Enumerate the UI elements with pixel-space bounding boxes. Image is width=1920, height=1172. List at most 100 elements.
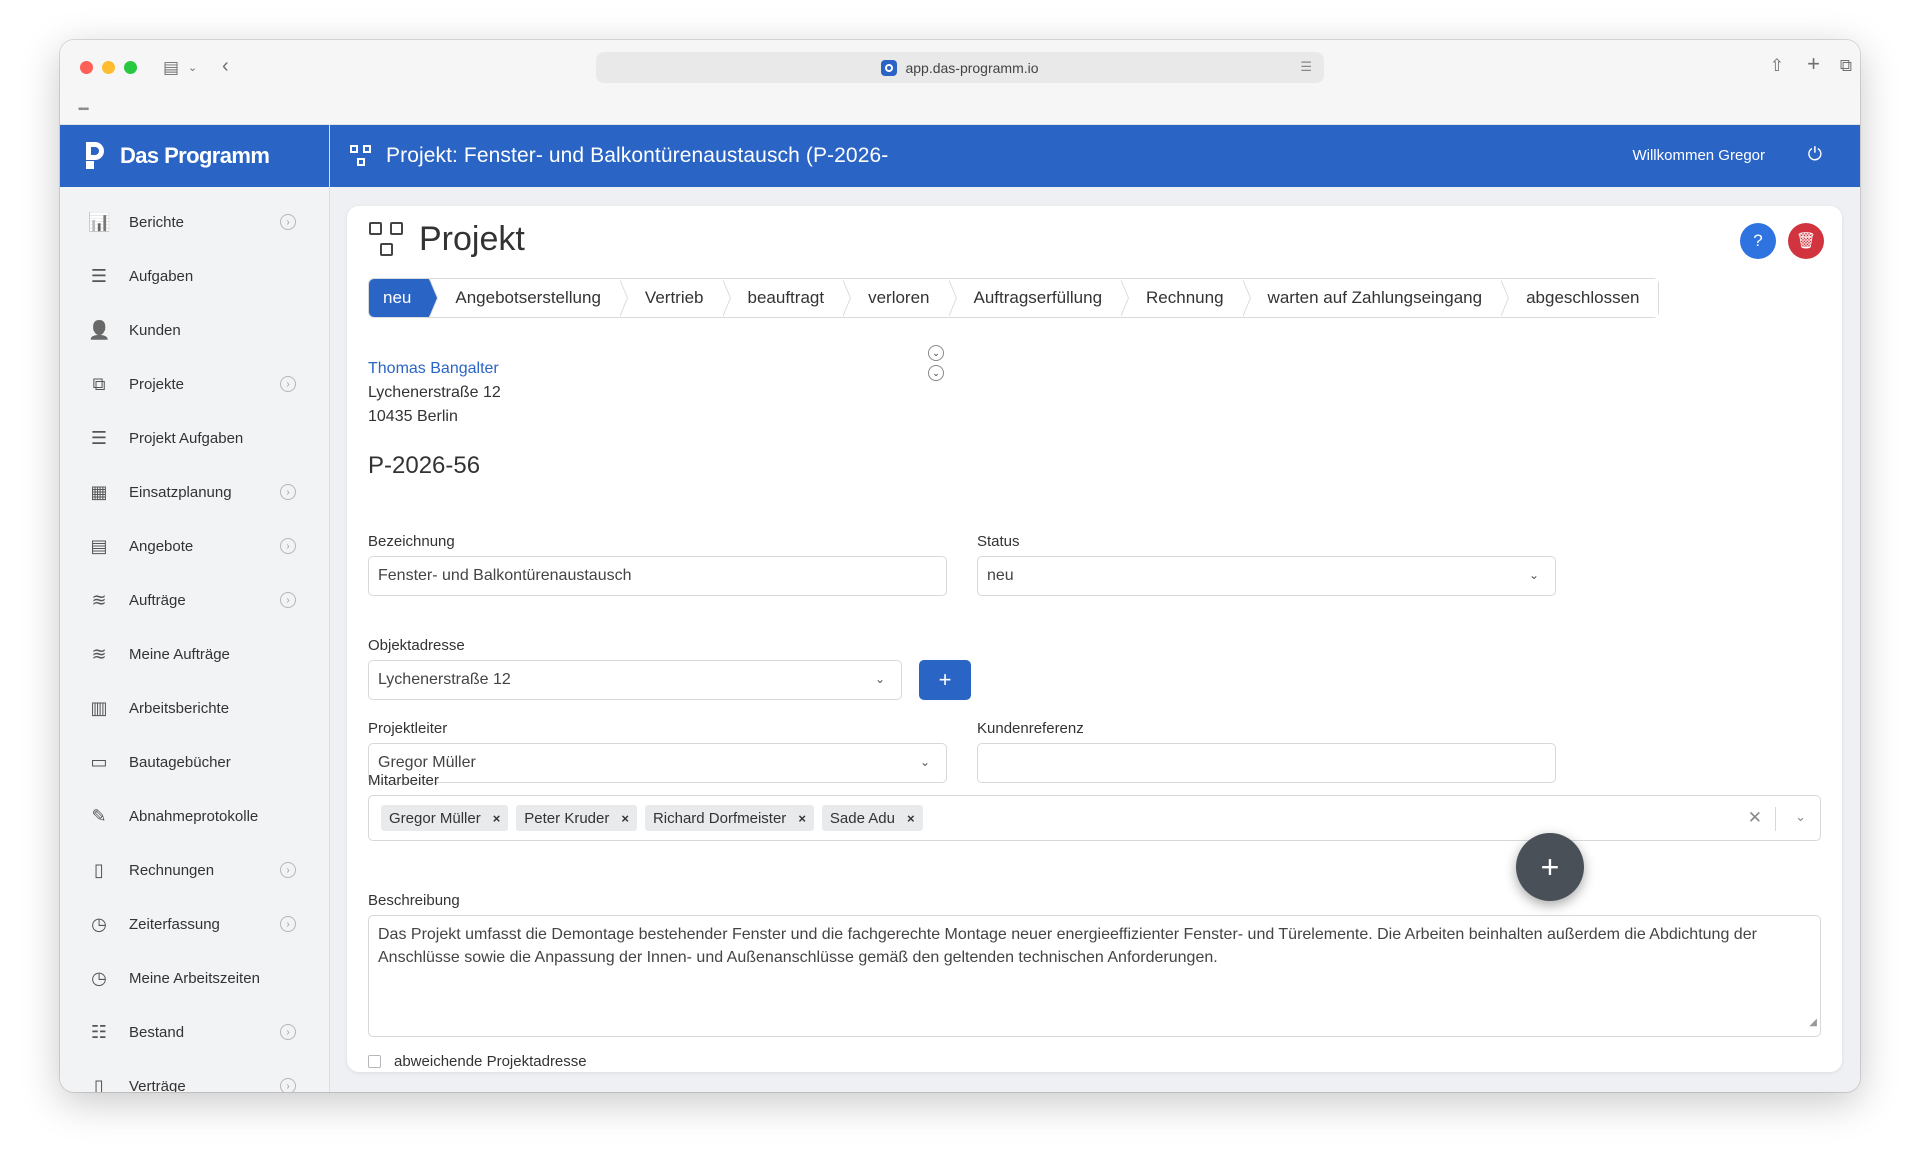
remove-tag-icon[interactable]: × [907, 811, 915, 826]
power-icon[interactable]: ⏻ [1808, 144, 1822, 165]
status-step[interactable]: Rechnung [1120, 279, 1251, 317]
mitarbeiter-tag: Sade Adu × [821, 805, 923, 831]
kundenreferenz-input[interactable] [977, 743, 1556, 783]
customer-block: Thomas Bangalter Lychenerstraße 12 10435… [368, 357, 501, 429]
status-step[interactable]: abgeschlossen [1500, 279, 1658, 317]
mitarbeiter-tag-label: Richard Dorfmeister [652, 809, 787, 827]
sidebar-item-projekt-aufgaben[interactable]: ☰ Projekt Aufgaben [60, 411, 329, 465]
contract-icon: ▯ [94, 1075, 104, 1093]
kundenreferenz-label: Kundenreferenz [977, 720, 1084, 737]
resize-handle-icon[interactable]: ◢ [1809, 1011, 1817, 1034]
chevron-right-icon[interactable]: › [280, 484, 296, 500]
customer-name-link[interactable]: Thomas Bangalter [368, 357, 501, 381]
abweichende-projektadresse-checkbox[interactable] [368, 1055, 381, 1068]
sidebar-item-rechnungen[interactable]: ▯ Rechnungen › [60, 843, 329, 897]
checklist-icon: ☰ [90, 265, 108, 286]
sidebar-item-label: Bautagebücher [129, 753, 231, 771]
sidebar-item-bestand[interactable]: ☷ Bestand › [60, 1005, 329, 1059]
sidebar-item-label: Kunden [129, 321, 181, 339]
trash-icon: 🗑 [1795, 233, 1817, 250]
address-expand-chevron-icon[interactable]: ⌄ [928, 365, 944, 381]
sidebar-item-zeiterfassung[interactable]: ◷ Zeiterfassung › [60, 897, 329, 951]
browser-chrome: ▤ ⌄ ‹ app.das-programm.io ☰ ⇧ + ⧉ ▪▪▪▪ [60, 40, 1860, 125]
mitarbeiter-multiselect[interactable]: Gregor Müller × Peter Kruder × Richard Dorfm… [368, 795, 1821, 841]
chevron-right-icon[interactable]: › [280, 916, 296, 932]
mitarbeiter-tag-label: Sade Adu [829, 809, 895, 827]
chevron-right-icon[interactable]: › [280, 214, 296, 230]
sidebar-item-meine-arbeitszeiten[interactable]: ◷ Meine Arbeitszeiten [60, 951, 329, 1005]
sidebar-item-aufgaben[interactable]: ☰ Aufgaben [60, 249, 329, 303]
tab-overview-icon[interactable]: ⧉ [1840, 56, 1852, 76]
sidebar-item-angebote[interactable]: ▤ Angebote › [60, 519, 329, 573]
address-bar[interactable]: app.das-programm.io ☰ [596, 52, 1324, 83]
chevron-down-icon[interactable]: ⌄ [1795, 809, 1806, 825]
objektadresse-select[interactable]: Lychenerstraße 12 ⌄ [368, 660, 902, 700]
sidebar-item-abnahmeprotokolle[interactable]: ✎ Abnahmeprotokolle [60, 789, 329, 843]
sidebar-item-label: Projekt Aufgaben [129, 429, 244, 447]
zoom-window-button[interactable] [124, 61, 137, 74]
tab-grid-icon[interactable]: ▪▪▪▪ [78, 104, 89, 115]
mitarbeiter-label: Mitarbeiter [368, 772, 439, 789]
chevron-right-icon[interactable]: › [280, 538, 296, 554]
contact-icon: 👤 [88, 319, 111, 340]
sidebar-item-label: Abnahmeprotokolle [129, 807, 259, 825]
help-button[interactable]: ? [1740, 223, 1776, 259]
status-step[interactable]: Vertrieb [618, 279, 731, 317]
chevron-right-icon[interactable]: › [280, 376, 296, 392]
abweichende-projektadresse-row: abweichende Projektadresse [368, 1053, 587, 1070]
add-address-button[interactable]: + [919, 660, 971, 700]
sidebar-item-einsatzplanung[interactable]: ▦ Einsatzplanung › [60, 465, 329, 519]
status-step[interactable]: warten auf Zahlungseingang [1241, 279, 1509, 317]
mitarbeiter-tag-label: Peter Kruder [524, 809, 610, 827]
projektleiter-select[interactable]: Gregor Müller ⌄ [368, 743, 947, 783]
logo[interactable]: Das Programm [60, 125, 329, 187]
sidebar: Das Programm 📊 Berichte › ☰ Aufgaben 👤 Kunden ⧉… [60, 125, 330, 1092]
delete-button[interactable]: 🗑 [1788, 223, 1824, 259]
sidebar-item-berichte[interactable]: 📊 Berichte › [60, 195, 329, 249]
bezeichnung-input[interactable]: Fenster- und Balkontürenaustausch [368, 556, 947, 596]
sidebar-item-label: Aufträge [129, 591, 186, 609]
remove-tag-icon[interactable]: × [798, 811, 806, 826]
share-icon[interactable]: ⇧ [1770, 56, 1784, 76]
minimize-window-button[interactable] [102, 61, 115, 74]
sidebar-item-arbeitsberichte[interactable]: ▥ Arbeitsberichte [60, 681, 329, 735]
status-step[interactable]: beauftragt [721, 279, 851, 317]
beschreibung-textarea[interactable]: Das Projekt umfasst die Demontage besteh… [368, 915, 1821, 1037]
remove-tag-icon[interactable]: × [493, 811, 501, 826]
chevron-right-icon[interactable]: › [280, 592, 296, 608]
sidebar-item-label: Zeiterfassung [129, 915, 220, 933]
chevron-down-icon[interactable]: ⌄ [188, 58, 197, 78]
remove-tag-icon[interactable]: × [621, 811, 629, 826]
book-icon: ▭ [90, 751, 108, 772]
status-step[interactable]: Auftragserfüllung [947, 279, 1129, 317]
sidebar-item-verträge[interactable]: ▯ Verträge › [60, 1059, 329, 1092]
invoice-icon: ▯ [94, 859, 104, 880]
mitarbeiter-tag-label: Gregor Müller [389, 809, 481, 827]
status-select[interactable]: neu ⌄ [977, 556, 1556, 596]
beschreibung-value: Das Projekt umfasst die Demontage besteh… [378, 926, 1757, 966]
chevron-right-icon[interactable]: › [280, 862, 296, 878]
handshake-icon: ≋ [91, 589, 107, 610]
sidebar-item-aufträge[interactable]: ≋ Aufträge › [60, 573, 329, 627]
customer-expand-chevron-icon[interactable]: ⌄ [928, 345, 944, 361]
chevron-right-icon[interactable]: › [280, 1078, 296, 1092]
sidebar-toggle-icon[interactable]: ▤ [163, 58, 179, 78]
sidebar-item-projekte[interactable]: ⧉ Projekte › [60, 357, 329, 411]
objektadresse-value: Lychenerstraße 12 [378, 671, 511, 688]
sidebar-item-kunden[interactable]: 👤 Kunden [60, 303, 329, 357]
new-tab-icon[interactable]: + [1807, 53, 1820, 75]
chevron-right-icon[interactable]: › [280, 1024, 296, 1040]
clear-icon[interactable]: ✕ [1748, 808, 1762, 828]
status-step[interactable]: Angebotserstellung [429, 279, 628, 317]
status-step[interactable]: neu [369, 279, 439, 317]
back-icon[interactable]: ‹ [222, 56, 229, 76]
floating-add-button[interactable]: + [1516, 833, 1584, 901]
clock-icon: ◷ [91, 913, 107, 934]
site-favicon-icon [881, 59, 898, 76]
chart-icon: 📊 [88, 211, 111, 232]
sidebar-item-bautagebücher[interactable]: ▭ Bautagebücher [60, 735, 329, 789]
reader-icon[interactable]: ☰ [1300, 59, 1312, 75]
close-window-button[interactable] [80, 61, 93, 74]
status-step[interactable]: verloren [842, 279, 957, 317]
sidebar-item-meine-aufträge[interactable]: ≋ Meine Aufträge [60, 627, 329, 681]
